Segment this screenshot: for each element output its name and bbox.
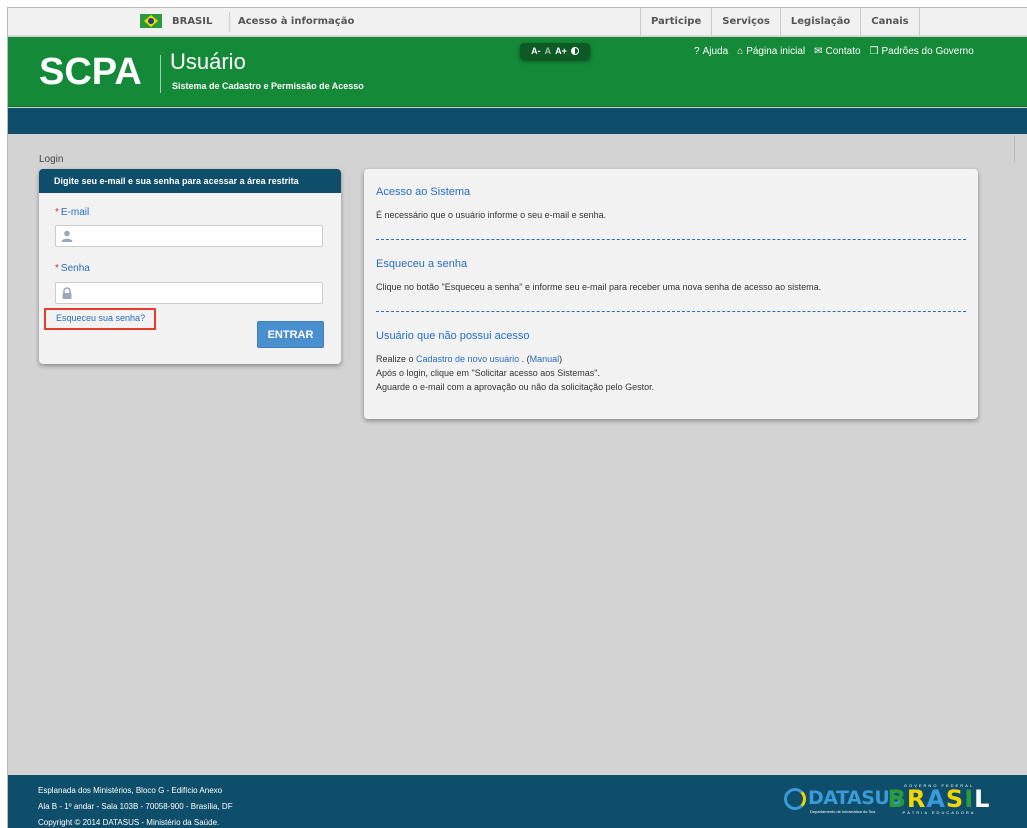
access-info-link[interactable]: Acesso à informação	[238, 16, 354, 27]
email-label: * E-mail	[55, 207, 90, 218]
breadcrumb: Login	[39, 154, 64, 165]
scpa-logo[interactable]: SCPA	[39, 51, 142, 94]
app-subtitle: Sistema de Cadastro e Permissão de Acess…	[172, 81, 364, 91]
login-button[interactable]: ENTRAR	[257, 321, 324, 348]
footer-address: Esplanada dos Ministérios, Bloco G - Edi…	[38, 786, 233, 827]
page-frame: BRASIL Acesso à informação Participe Ser…	[7, 7, 1027, 828]
section-text-request: Após o login, clique em "Solicitar acess…	[376, 368, 600, 378]
section-title-no-access: Usuário que não possui acesso	[376, 330, 530, 342]
help-link[interactable]: ? Ajuda	[694, 46, 728, 57]
section-title-forgot: Esqueceu a senha	[376, 258, 468, 270]
servicos-link[interactable]: Serviços	[711, 8, 780, 36]
dashed-divider	[376, 239, 966, 240]
site-footer: Esplanada dos Ministérios, Bloco G - Edi…	[8, 775, 1027, 828]
legislacao-link[interactable]: Legislação	[779, 8, 860, 36]
password-label: * Senha	[55, 263, 90, 274]
envelope-icon: ✉	[814, 46, 823, 57]
section-text-wait: Aguarde o e-mail com a aprovação ou não …	[376, 382, 655, 392]
brasil-label: BRASIL	[172, 15, 213, 27]
lock-icon	[62, 287, 72, 299]
login-panel: Digite seu e-mail e sua senha para acess…	[39, 169, 341, 364]
question-icon: ?	[694, 46, 700, 57]
user-icon	[61, 230, 73, 242]
datasus-logo[interactable]: DATASUS Departamento de Informática do S…	[784, 785, 903, 817]
section-text-access: É necessário que o usuário informe o seu…	[376, 210, 607, 220]
gov-links: Participe Serviços Legislação Canais	[640, 8, 921, 36]
font-normal-button[interactable]: A	[545, 46, 552, 56]
dashed-divider	[376, 311, 966, 312]
brazil-flag-icon	[140, 14, 162, 28]
brasil-link[interactable]: BRASIL	[140, 14, 212, 28]
divider	[1014, 136, 1015, 162]
password-field[interactable]	[55, 282, 323, 304]
governo-federal-logo[interactable]: GOVERNO FEDERAL BRASIL PÁTRIA EDUCADORA	[888, 783, 990, 821]
home-icon: ⌂	[737, 46, 744, 57]
font-increase-button[interactable]: A+	[555, 46, 567, 56]
canais-link[interactable]: Canais	[860, 8, 921, 36]
accessibility-controls: A- A A+	[520, 43, 590, 59]
documents-icon: ❐	[869, 46, 879, 57]
forgot-password-link[interactable]: Esqueceu sua senha?	[44, 308, 156, 330]
register-user-link[interactable]: Cadastro de novo usuário	[416, 354, 519, 364]
government-bar: BRASIL Acesso à informação Participe Ser…	[8, 8, 1027, 36]
section-text-register: Realize o Cadastro de novo usuário . (Ma…	[376, 354, 563, 364]
header-links: ? Ajuda ⌂ Página inicial ✉ Contato ❐ Padrões…	[694, 46, 974, 57]
navigation-bar	[8, 108, 1027, 134]
font-decrease-button[interactable]: A-	[531, 46, 541, 56]
contrast-icon[interactable]	[570, 47, 579, 55]
login-heading: Digite seu e-mail e sua senha para acess…	[39, 169, 341, 193]
info-panel: Acesso ao Sistema É necessário que o usu…	[364, 169, 978, 419]
home-link[interactable]: ⌂ Página inicial	[737, 46, 805, 57]
standards-link[interactable]: ❐ Padrões do Governo	[870, 46, 974, 57]
section-text-forgot: Clique no botão "Esqueceu a senha" e inf…	[376, 282, 822, 292]
site-header: SCPA Usuário Sistema de Cadastro e Permi…	[8, 37, 1027, 107]
divider	[229, 12, 230, 32]
contact-link[interactable]: ✉ Contato	[814, 46, 860, 57]
participe-link[interactable]: Participe	[640, 8, 711, 36]
manual-link[interactable]: Manual	[530, 354, 560, 364]
section-title-access: Acesso ao Sistema	[376, 186, 471, 198]
logo-divider	[160, 55, 161, 93]
app-title: Usuário	[170, 49, 246, 74]
email-field[interactable]	[55, 225, 323, 247]
datasus-mark-icon	[784, 788, 806, 810]
